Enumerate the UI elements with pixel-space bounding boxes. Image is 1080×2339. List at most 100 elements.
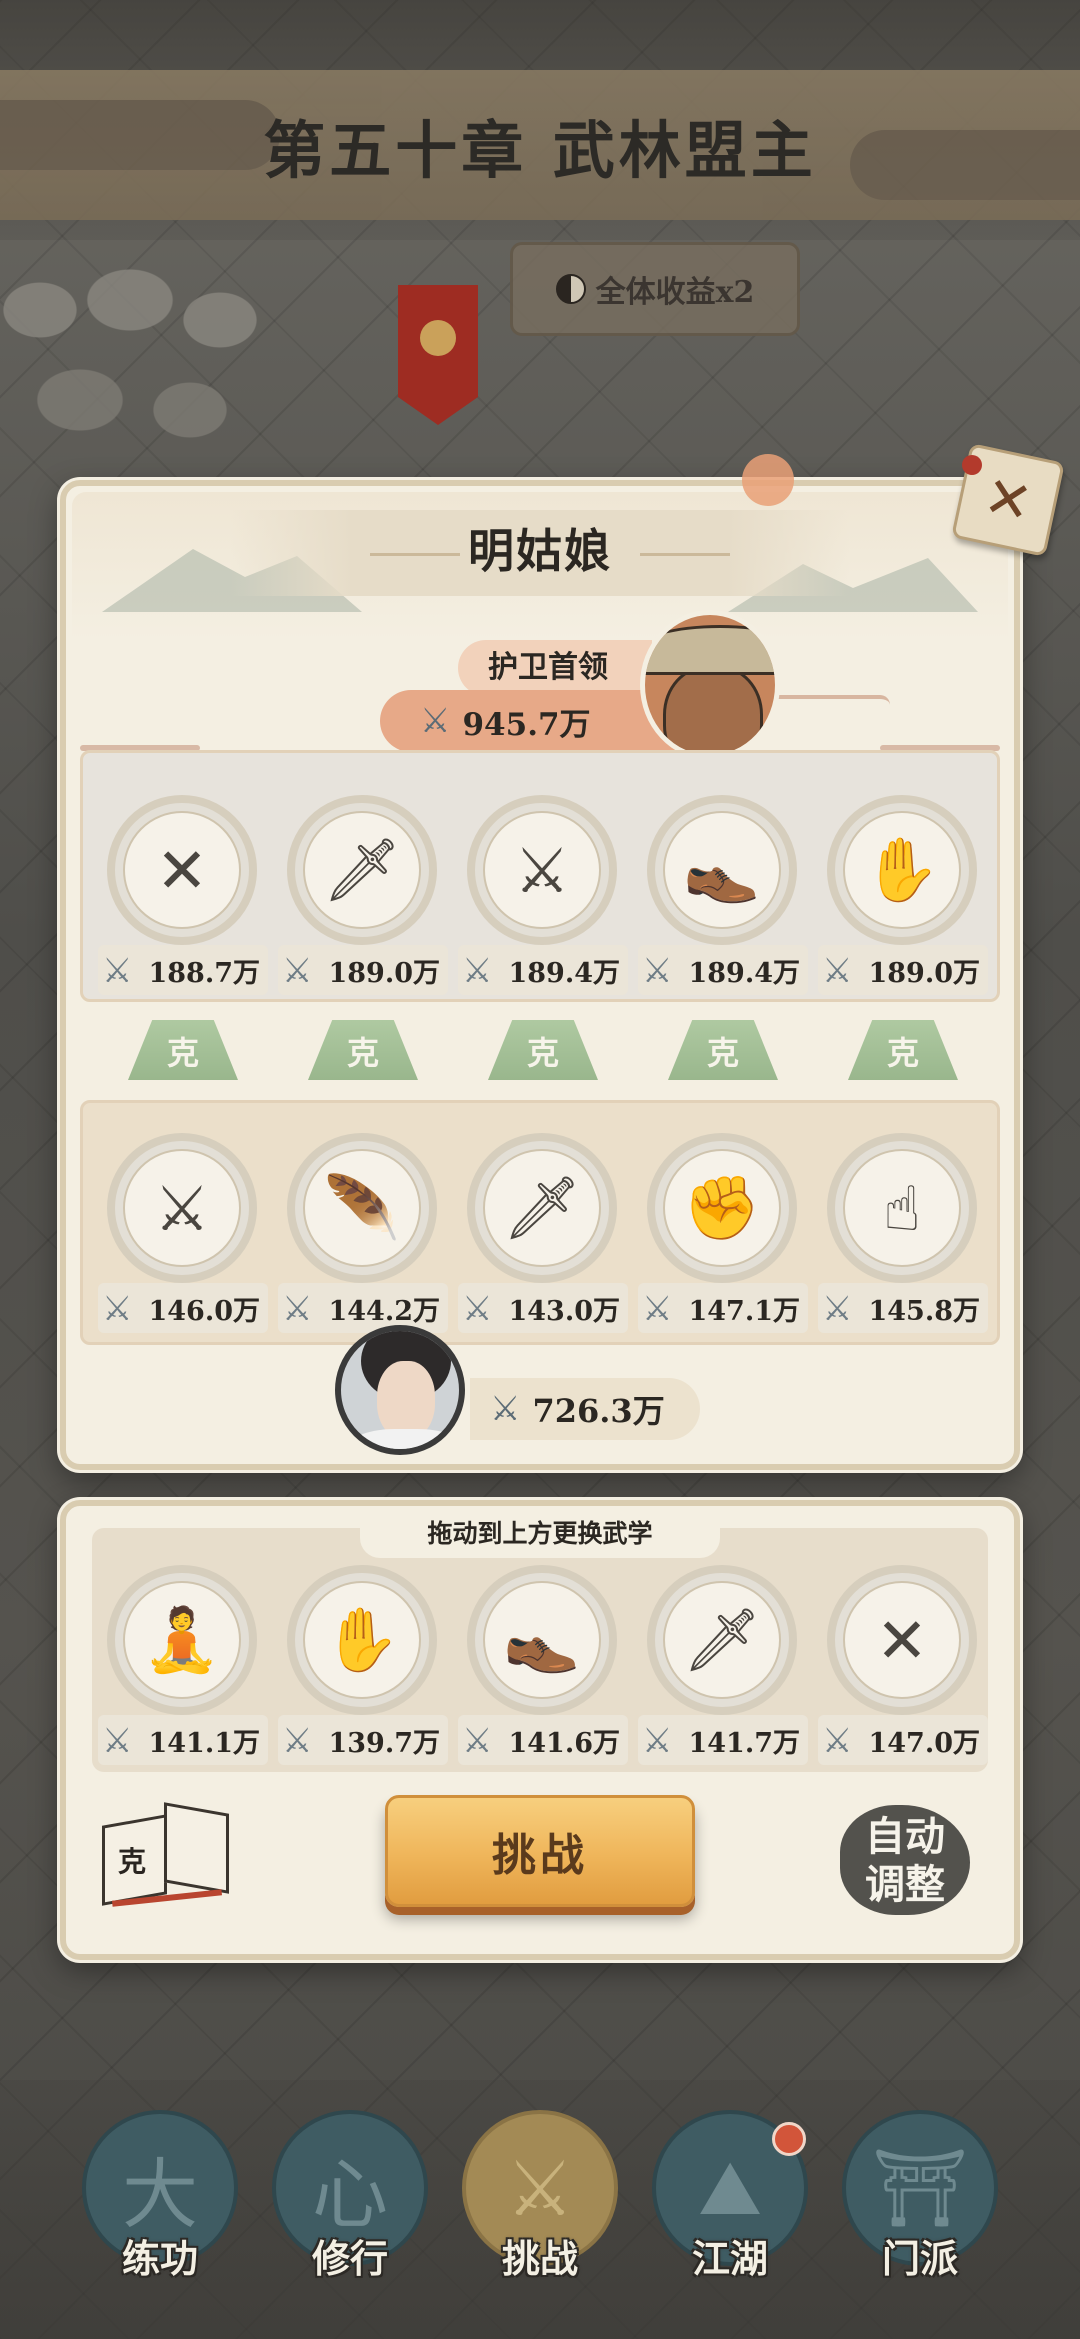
- skill-power-value: 141.6万: [508, 1727, 620, 1759]
- crossed-swords-icon: ⚔: [102, 951, 133, 991]
- skill-book-button[interactable]: 克: [92, 1800, 242, 1910]
- counter-label: 克: [346, 1034, 379, 1072]
- crossed-swords-icon: ⚔: [822, 1721, 853, 1761]
- skill-ring: ✕: [827, 1565, 977, 1715]
- skill-power-value: 144.2万: [328, 1295, 440, 1327]
- nav-item[interactable]: 大练功: [80, 2110, 240, 2320]
- nav-item-label: 江湖: [691, 2236, 768, 2281]
- counter-label: 克: [886, 1034, 919, 1072]
- enemy-avatar[interactable]: [640, 610, 780, 760]
- player-skill-slot[interactable]: 🪶 ⚔ 144.2万: [278, 1133, 448, 1333]
- player-skill-slot[interactable]: 🗡 ⚔ 143.0万: [458, 1133, 628, 1333]
- enemy-skill-slot[interactable]: 🗡 ⚔ 189.0万: [278, 795, 448, 995]
- drag-hint: 拖动到上方更换武学: [360, 1510, 720, 1558]
- nav-item[interactable]: ⚔ 挑战: [460, 2110, 620, 2320]
- skill-ring: 🧘: [107, 1565, 257, 1715]
- skill-power-value: 143.0万: [508, 1295, 620, 1327]
- skill-power: ⚔ 144.2万: [278, 1283, 448, 1333]
- crossed-swords-icon: ⚔: [282, 951, 313, 991]
- skill-ring: ☝: [827, 1133, 977, 1283]
- close-icon: ✕: [978, 463, 1038, 537]
- crossed-swords-icon: ⚔: [822, 951, 853, 991]
- opponent-name: 明姑娘: [468, 524, 612, 578]
- auto-adjust-line2: 调整: [865, 1861, 945, 1908]
- crossed-swords-icon: ⚔: [102, 1289, 133, 1329]
- inventory-skill-slot[interactable]: 🧘 ⚔ 141.1万: [98, 1565, 268, 1765]
- challenge-button[interactable]: 挑战: [385, 1795, 695, 1907]
- crossed-swords-icon: ⚔: [462, 951, 493, 991]
- crossed-swords-icon: ⚔: [462, 1721, 493, 1761]
- close-pin-icon: [962, 455, 982, 475]
- player-skill-slot[interactable]: ☝ ⚔ 145.8万: [818, 1133, 988, 1333]
- chapter-title: 第五十章 武林盟主: [263, 114, 817, 187]
- meditation-icon: 🧘: [123, 1581, 241, 1699]
- counter-marker: 克: [488, 1020, 598, 1080]
- inventory-skill-slot[interactable]: 👞 ⚔ 141.6万: [458, 1565, 628, 1765]
- player-avatar[interactable]: [335, 1325, 465, 1455]
- player-skill-slot[interactable]: ✊ ⚔ 147.1万: [638, 1133, 808, 1333]
- player-total-power: ⚔ 726.3万: [470, 1378, 700, 1440]
- saber-icon: 🗡: [303, 811, 421, 929]
- skill-ring: ✋: [287, 1565, 437, 1715]
- skill-power-value: 147.0万: [868, 1727, 980, 1759]
- counter-label: 克: [166, 1034, 199, 1072]
- auto-adjust-line1: 自动: [865, 1813, 945, 1860]
- skill-power: ⚔ 143.0万: [458, 1283, 628, 1333]
- nav-item[interactable]: ⛩ 门派: [840, 2110, 1000, 2320]
- skill-ring: 👞: [647, 795, 797, 945]
- bonus-label: 全体收益x2: [595, 275, 755, 310]
- skill-ring: ✊: [647, 1133, 797, 1283]
- enemy-total-power: ⚔ 945.7万: [380, 690, 680, 752]
- skill-power-value: 141.1万: [148, 1727, 260, 1759]
- crossed-swords-icon: ⚔: [420, 701, 451, 741]
- counter-marker: 克: [128, 1020, 238, 1080]
- enemy-skill-slot[interactable]: ✕ ⚔ 188.7万: [98, 795, 268, 995]
- skill-power-value: 146.0万: [148, 1295, 260, 1327]
- skill-ring: 🗡: [287, 795, 437, 945]
- counter-marker: 克: [308, 1020, 418, 1080]
- nav-item[interactable]: 心修行: [270, 2110, 430, 2320]
- crossed-swords-icon: ⚔: [462, 1289, 493, 1329]
- counter-marker: 克: [848, 1020, 958, 1080]
- skill-power-value: 147.1万: [688, 1295, 800, 1327]
- skill-power-value: 145.8万: [868, 1295, 980, 1327]
- feather-icon: 🪶: [303, 1149, 421, 1267]
- skill-ring: ⚔: [467, 795, 617, 945]
- enemy-total-power-value: 945.7万: [462, 706, 591, 743]
- skill-power: ⚔ 189.0万: [818, 945, 988, 995]
- crossed-swords-icon: ⚔: [642, 1289, 673, 1329]
- notification-dot: [772, 2122, 806, 2156]
- skill-ring: 🪶: [287, 1133, 437, 1283]
- skill-power: ⚔ 188.7万: [98, 945, 268, 995]
- skill-power-value: 188.7万: [148, 957, 260, 989]
- skill-power: ⚔ 189.4万: [638, 945, 808, 995]
- player-total-power-value: 726.3万: [532, 1392, 665, 1430]
- enemy-skill-slot[interactable]: ✋ ⚔ 189.0万: [818, 795, 988, 995]
- nav-item-label: 练功: [121, 2236, 198, 2281]
- inventory-skill-slot[interactable]: ✋ ⚔ 139.7万: [278, 1565, 448, 1765]
- skill-power: ⚔ 147.0万: [818, 1715, 988, 1765]
- bonus-badge[interactable]: 全体收益x2: [510, 242, 800, 336]
- skill-ring: 🗡: [647, 1565, 797, 1715]
- crossed-swords-icon: ⚔: [102, 1721, 133, 1761]
- skill-power-value: 189.0万: [328, 957, 440, 989]
- enemy-skill-slot[interactable]: ⚔ ⚔ 189.4万: [458, 795, 628, 995]
- nav-item-label: 门派: [881, 2236, 958, 2281]
- palm-icon: ✋: [843, 811, 961, 929]
- auto-adjust-button[interactable]: 自动 调整: [840, 1805, 970, 1915]
- skill-ring: 🗡: [467, 1133, 617, 1283]
- skill-power: ⚔ 146.0万: [98, 1283, 268, 1333]
- skill-power: ⚔ 147.1万: [638, 1283, 808, 1333]
- skill-power: ⚔ 141.7万: [638, 1715, 808, 1765]
- inventory-skill-slot[interactable]: 🗡 ⚔ 141.7万: [638, 1565, 808, 1765]
- inventory-skill-slot[interactable]: ✕ ⚔ 147.0万: [818, 1565, 988, 1765]
- skill-power-value: 189.4万: [688, 957, 800, 989]
- shoe-icon: 👞: [483, 1581, 601, 1699]
- counter-marker: 克: [668, 1020, 778, 1080]
- enemy-skill-slot[interactable]: 👞 ⚔ 189.4万: [638, 795, 808, 995]
- player-skill-slot[interactable]: ⚔ ⚔ 146.0万: [98, 1133, 268, 1333]
- skill-power-value: 189.0万: [868, 957, 980, 989]
- stone-wall-decoration: [0, 250, 340, 490]
- skill-power: ⚔ 189.0万: [278, 945, 448, 995]
- skill-ring: ✕: [107, 795, 257, 945]
